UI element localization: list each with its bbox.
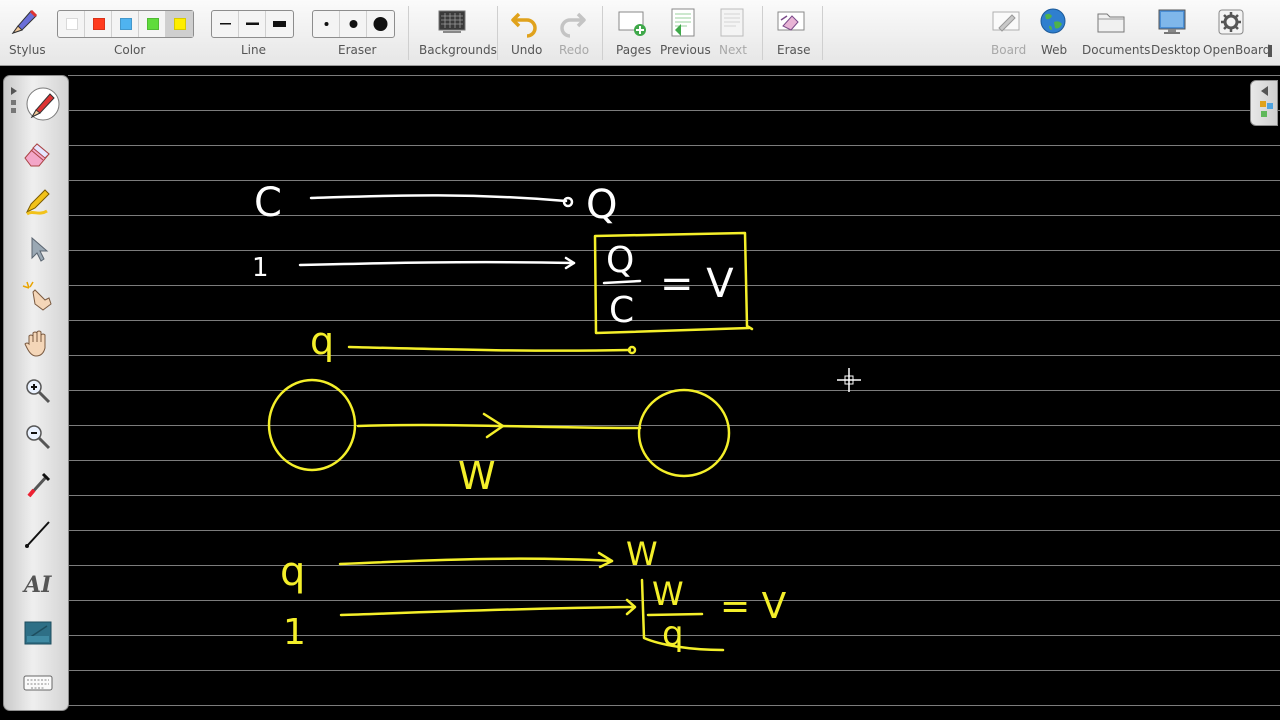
interact-tool[interactable]: [21, 278, 55, 312]
ink-circle-left: [267, 378, 357, 472]
interact-icon: [22, 281, 52, 311]
selector-icon: [31, 236, 49, 262]
handwriting-layer: Q --> C Q --> 1 Q C = V q W: [252, 180, 861, 654]
ink-text-c: C: [254, 180, 282, 226]
text-tool[interactable]: AI: [21, 566, 55, 600]
zoom-in-icon: [26, 379, 51, 404]
ink-text-box-numerator: Q: [606, 240, 634, 281]
ink-text-one-lower: 1: [283, 612, 306, 653]
ink-arrow-one-lower: [339, 605, 636, 617]
ink-dot: [627, 345, 637, 355]
eraser-icon: [24, 143, 50, 167]
pen-tool[interactable]: [10, 80, 62, 128]
zoom-out-icon: [26, 425, 51, 450]
marker-icon: [25, 189, 50, 216]
ink-arrow-q-to-w: [338, 557, 614, 566]
library-panel-toggle-icon: [1260, 86, 1273, 117]
hand-tool[interactable]: [21, 326, 55, 360]
line-tool[interactable]: [21, 516, 55, 550]
library-panel-tab[interactable]: [1250, 80, 1278, 126]
ink-text-w-right: W: [626, 535, 658, 573]
virtual-keyboard-tool[interactable]: [21, 666, 55, 700]
ink-text-one: 1: [252, 253, 269, 283]
selector-tool[interactable]: [21, 232, 55, 266]
marker-tool[interactable]: [21, 184, 55, 218]
zoom-in-tool[interactable]: [21, 374, 55, 408]
ink-line-q: [347, 345, 632, 352]
text-icon: AI: [22, 572, 52, 598]
line-icon: [25, 521, 50, 548]
pen-icon: [26, 87, 60, 121]
eraser-tool[interactable]: [21, 136, 55, 170]
ink-fraction-bar: [602, 279, 642, 285]
ink-arrow-one: [298, 260, 576, 267]
ink-text-q-small: q: [310, 319, 334, 363]
ink-text-frac-equals: = V: [720, 586, 787, 627]
capture-icon: [24, 621, 52, 645]
tool-palette: AI: [3, 75, 69, 711]
laser-pointer-tool[interactable]: [21, 468, 55, 502]
ink-text-frac-denominator: q: [662, 614, 684, 654]
text-tool-label: AI: [22, 572, 52, 598]
hand-icon: [24, 330, 46, 357]
laser-pointer-icon: [27, 472, 51, 498]
ink-text-box-denominator: C: [609, 290, 634, 331]
ink-text-w: W: [458, 454, 496, 498]
drawing-board[interactable]: Q --> C Q --> 1 Q C = V q W: [0, 67, 1280, 720]
zoom-out-tool[interactable]: [21, 420, 55, 454]
crosshair-cursor-icon: [837, 368, 861, 392]
ink-arrow-c-to-q: [309, 194, 568, 203]
ink-circle-right: [637, 388, 731, 478]
ink-text-q-lower: q: [280, 549, 305, 595]
ink-text-frac-numerator: W: [652, 575, 684, 613]
ink-text-box-equals: = V: [660, 261, 734, 307]
capture-tool[interactable]: [21, 616, 55, 650]
keyboard-icon: [23, 675, 53, 691]
ink-arrowhead: [562, 196, 574, 208]
ink-text-q: Q: [586, 182, 617, 228]
